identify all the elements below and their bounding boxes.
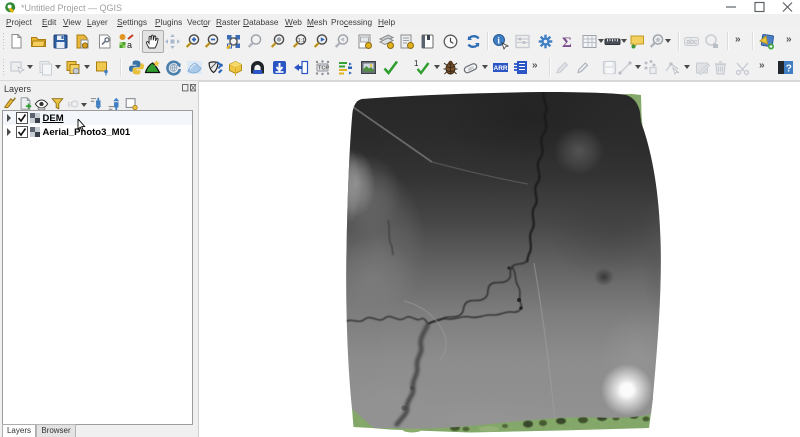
- svg-text:ARR: ARR: [494, 65, 508, 72]
- svg-text:abc: abc: [686, 39, 698, 46]
- svg-text:1:1: 1:1: [298, 38, 306, 44]
- svg-text:TCP: TCP: [318, 66, 329, 72]
- svg-text:a: a: [127, 40, 132, 50]
- svg-text:Σ: Σ: [562, 35, 572, 50]
- svg-text:?: ?: [786, 64, 792, 75]
- svg-text:1: 1: [414, 59, 419, 68]
